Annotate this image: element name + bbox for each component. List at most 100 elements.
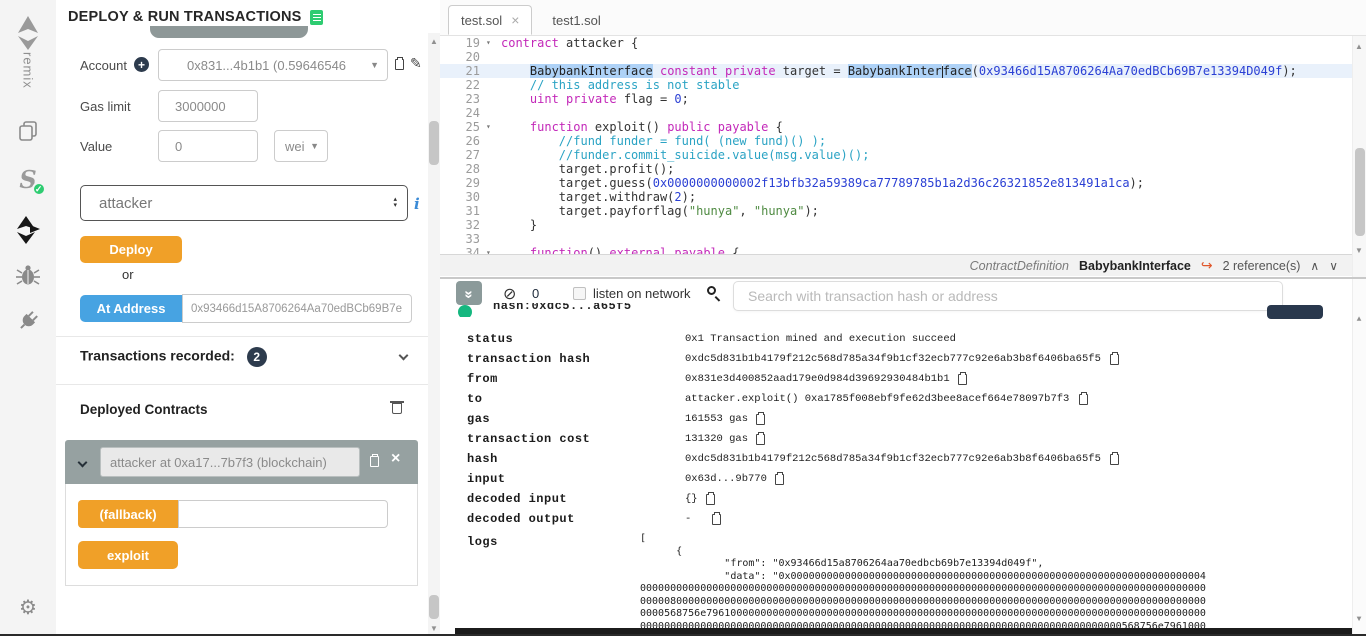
scroll-down-icon[interactable]: ▼ [1353, 615, 1365, 624]
contract-select[interactable]: attacker ▴▾ [80, 185, 408, 221]
file-explorer-icon[interactable] [0, 120, 56, 142]
scroll-down-icon[interactable]: ▼ [428, 624, 440, 633]
tx-row-status: status0x1 Transaction mined and executio… [440, 329, 1320, 349]
panel-scrollbar[interactable]: ▲ ▼ [428, 33, 440, 636]
close-tab-icon[interactable]: × [511, 12, 519, 28]
close-instance-icon[interactable]: × [391, 450, 400, 468]
code-line-27[interactable]: 27 //funder.commit_suicide.value(msg.val… [440, 148, 1352, 162]
code-text: BabybankInterface constant private targe… [501, 64, 1352, 78]
copy-icon[interactable] [712, 514, 721, 525]
code-area[interactable]: 19▾contract attacker {2021 BabybankInter… [440, 36, 1352, 254]
line-number: 29 [440, 176, 486, 190]
line-number: 25 [440, 120, 486, 134]
solidity-compiler-icon[interactable]: S✓ [0, 168, 56, 192]
info-icon[interactable]: i [414, 195, 420, 213]
divider [56, 384, 440, 385]
copy-icon[interactable] [706, 494, 715, 505]
code-line-31[interactable]: 31 target.payforflag("hunya", "hunya"); [440, 204, 1352, 218]
edit-account-icon[interactable]: ✎ [410, 55, 422, 72]
instance-header[interactable]: attacker at 0xa17...7b7f3 (blockchain) × [65, 440, 418, 484]
next-reference-icon[interactable]: ∨ [1329, 259, 1338, 273]
code-line-25[interactable]: 25▾ function exploit() public payable { [440, 120, 1352, 134]
code-line-29[interactable]: 29 target.guess(0x0000000000002f13bfb32a… [440, 176, 1352, 190]
copy-icon[interactable] [1110, 454, 1119, 465]
at-address-input[interactable]: 0x93466d15A8706264Aa70edBCb69B7e [182, 294, 412, 323]
copy-icon[interactable] [1110, 354, 1119, 365]
copy-icon[interactable] [1079, 394, 1088, 405]
exploit-button[interactable]: exploit [78, 541, 178, 569]
value-label: Value [80, 139, 112, 154]
copy-instance-address-icon[interactable] [370, 456, 379, 467]
goto-definition-icon[interactable]: ↪ [1201, 257, 1213, 274]
at-address-button[interactable]: At Address [80, 295, 182, 322]
copy-icon[interactable] [756, 414, 765, 425]
plugin-manager-icon[interactable] [0, 310, 56, 332]
fold-arrow-icon[interactable]: ▾ [486, 246, 501, 254]
code-line-20[interactable]: 20 [440, 50, 1352, 64]
expand-terminal-button[interactable]: » [456, 281, 482, 305]
fallback-button[interactable]: (fallback) [78, 500, 178, 528]
fold-gutter [486, 50, 501, 64]
tx-summary-row-cut[interactable]: hash:0xdc5...a65f5 [458, 303, 1018, 317]
debugger-icon[interactable] [0, 264, 56, 286]
terminal-scrollbar[interactable]: ▲ ▼ [1352, 279, 1366, 636]
tx-key: from [467, 372, 498, 386]
tx-value: 0xdc5d831b1b4179f212c568d785a34f9b1cf32e… [685, 353, 1101, 365]
environment-dropdown-cut[interactable] [150, 26, 308, 38]
previous-reference-icon[interactable]: ∧ [1310, 259, 1319, 273]
tx-row-hash: hash0xdc5d831b1b4179f212c568d785a34f9b1c… [440, 449, 1320, 469]
code-line-33[interactable]: 33 [440, 232, 1352, 246]
fold-arrow-icon[interactable]: ▾ [486, 120, 501, 134]
scrollbar-thumb[interactable] [429, 121, 439, 165]
code-line-19[interactable]: 19▾contract attacker { [440, 36, 1352, 50]
scrollbar-thumb[interactable] [429, 595, 439, 619]
fallback-input[interactable] [178, 500, 388, 528]
line-number: 32 [440, 218, 486, 232]
success-check-icon [458, 305, 472, 317]
clear-instances-trash-icon[interactable] [392, 403, 402, 414]
add-account-icon[interactable]: + [134, 57, 149, 72]
debug-button-cut[interactable] [1267, 305, 1323, 319]
copy-icon[interactable] [775, 474, 784, 485]
code-line-23[interactable]: 23 uint private flag = 0; [440, 92, 1352, 106]
code-line-24[interactable]: 24 [440, 106, 1352, 120]
tab-test-sol[interactable]: test.sol × [448, 5, 532, 35]
scroll-up-icon[interactable]: ▲ [1353, 315, 1365, 324]
code-line-30[interactable]: 30 target.withdraw(2); [440, 190, 1352, 204]
code-line-26[interactable]: 26 //fund funder = fund( (new fund)() ); [440, 134, 1352, 148]
code-text [501, 232, 1352, 246]
code-line-22[interactable]: 22 // this address is not stable [440, 78, 1352, 92]
code-line-34[interactable]: 34▾ function() external payable { [440, 246, 1352, 254]
collapse-chevron-icon[interactable] [399, 351, 409, 361]
copy-icon[interactable] [756, 434, 765, 445]
terminal-horizontal-scrollbar-thumb[interactable] [455, 628, 1352, 634]
expand-instance-chevron-icon[interactable] [78, 457, 88, 467]
copy-icon[interactable] [958, 374, 967, 385]
tx-key: transaction hash [467, 352, 590, 366]
listen-on-network-checkbox[interactable] [573, 287, 586, 300]
account-select[interactable]: 0x831...4b1b1 (0.59646546 ▼ [158, 49, 388, 81]
deploy-and-run-icon[interactable] [0, 216, 56, 244]
gas-limit-input[interactable]: 3000000 [158, 90, 258, 122]
code-line-32[interactable]: 32 } [440, 218, 1352, 232]
fold-arrow-icon[interactable]: ▾ [486, 36, 501, 50]
tx-row-transaction-cost: transaction cost131320 gas [440, 429, 1320, 449]
scroll-up-icon[interactable]: ▲ [428, 37, 440, 46]
code-line-21[interactable]: 21 BabybankInterface constant private ta… [440, 64, 1352, 78]
value-input[interactable]: 0 [158, 130, 258, 162]
scrollbar-thumb[interactable] [1355, 148, 1365, 236]
copy-account-icon[interactable] [395, 59, 404, 70]
documentation-book-icon[interactable] [310, 10, 323, 25]
clear-console-icon[interactable]: ⊘ [503, 284, 516, 303]
tab-test1-sol[interactable]: test1.sol [540, 5, 612, 35]
editor-scrollbar[interactable]: ▲ ▼ [1352, 36, 1366, 277]
settings-icon[interactable]: ⚙ [0, 598, 56, 618]
value-unit-select[interactable]: wei ▼ [274, 130, 328, 162]
logs-value: [ { "from": "0x93466d15a8706264aa70edbcb… [640, 533, 1208, 636]
instance-title-field[interactable]: attacker at 0xa17...7b7f3 (blockchain) [100, 447, 360, 477]
tx-detail-table: status0x1 Transaction mined and executio… [440, 329, 1320, 529]
code-line-28[interactable]: 28 target.profit(); [440, 162, 1352, 176]
deploy-button[interactable]: Deploy [80, 236, 182, 263]
scroll-up-icon[interactable]: ▲ [1353, 42, 1365, 51]
scroll-down-icon[interactable]: ▼ [1353, 246, 1365, 255]
